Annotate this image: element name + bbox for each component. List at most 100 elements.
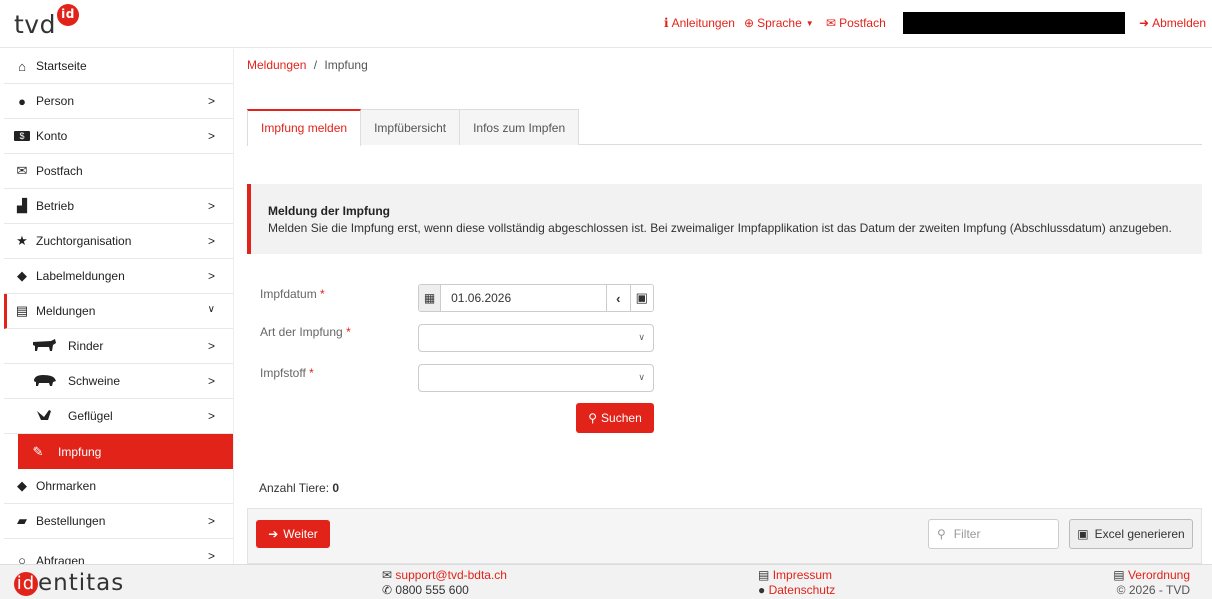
animal-count: Anzahl Tiere: 0 — [259, 481, 340, 495]
sidebar-item-impfung[interactable]: ✎ Impfung — [18, 434, 233, 469]
tab-impfung-melden[interactable]: Impfung melden — [247, 109, 362, 146]
header: tvd id i Anleitungen ⊕ Sprache ▼ ✉ Postfa… — [0, 0, 1212, 48]
support-email-link[interactable]: ✉ support@tvd-bdta.ch — [382, 568, 507, 583]
sidebar: ⌂ Startseite ● Person > $ Konto > ✉ Post… — [4, 49, 234, 564]
tags-icon: ◆ — [17, 268, 27, 283]
pig-icon — [30, 373, 58, 390]
chevron-left-icon: ‹ — [616, 290, 621, 306]
user-icon: ● — [18, 93, 26, 109]
date-label: Impfdatum * — [260, 287, 325, 301]
next-button[interactable]: ➔ Weiter — [256, 520, 330, 548]
sidebar-item-gefluegel[interactable]: Geflügel > — [4, 399, 233, 434]
tab-infos-zum-impfen[interactable]: Infos zum Impfen — [459, 109, 580, 145]
calendar-icon: ▣ — [635, 290, 648, 305]
footer-legal: ▤ Impressum ● Datenschutz — [758, 568, 835, 598]
sidebar-item-abfragen[interactable]: ○ Abfragen > — [4, 539, 233, 564]
info-title: Meldung der Impfung — [268, 204, 390, 218]
footer-contact: ✉ support@tvd-bdta.ch ✆ 0800 555 600 — [382, 568, 507, 598]
clipboard-icon: ▤ — [15, 303, 29, 318]
file-excel-icon: ▣ — [1077, 527, 1089, 541]
info-icon: i — [664, 16, 669, 30]
phone-icon: ✆ — [382, 583, 393, 597]
instructions-link[interactable]: i Anleitungen — [664, 16, 735, 30]
chevron-right-icon: > — [207, 374, 215, 388]
sidebar-item-rinder[interactable]: Rinder > — [4, 329, 233, 364]
syringe-icon: ✎ — [32, 443, 44, 459]
vaccine-select[interactable]: ∨ — [418, 364, 654, 392]
filter-input[interactable]: ⚲ Filter — [928, 519, 1059, 549]
breadcrumb-meldungen-link[interactable]: Meldungen — [247, 58, 306, 72]
tab-bar: Impfung melden Impfübersicht Infos zum I… — [247, 109, 1202, 146]
vaccination-type-select[interactable]: ∨ — [418, 324, 654, 352]
tag-icon: ◆ — [17, 478, 27, 493]
footer-regulation: ▤ Verordnung © 2026 - TVD 4.13.0.0 — [1070, 568, 1190, 599]
sidebar-item-startseite[interactable]: ⌂ Startseite — [4, 49, 233, 84]
chevron-right-icon: > — [207, 269, 215, 283]
tvd-logo[interactable]: tvd id — [14, 4, 79, 39]
search-button[interactable]: ⚲ Suchen — [576, 403, 654, 433]
chevron-down-icon: ∨ — [638, 372, 645, 382]
chevron-down-icon: ∨ — [207, 304, 215, 315]
privacy-link[interactable]: ● Datenschutz — [758, 583, 835, 598]
phone-number: ✆ 0800 555 600 — [382, 583, 469, 597]
chevron-right-icon: > — [207, 409, 215, 423]
user-name-redacted — [903, 12, 1125, 34]
users-icon: ● — [758, 583, 766, 597]
identitas-logo[interactable]: id entitas — [14, 570, 124, 596]
chevron-right-icon: > — [207, 549, 215, 563]
mailbox-link[interactable]: ✉ Postfach — [826, 16, 886, 30]
open-calendar-button[interactable]: ▣ — [629, 285, 653, 311]
chevron-right-icon: > — [207, 234, 215, 248]
chevron-right-icon: > — [207, 514, 215, 528]
chevron-right-icon: > — [207, 94, 215, 108]
footer: id entitas ✉ support@tvd-bdta.ch ✆ 0800 5… — [0, 564, 1212, 599]
table-toolbar: ➔ Weiter ⚲ Filter ▣ Excel generieren — [247, 508, 1202, 564]
sidebar-item-labelmeldungen[interactable]: ◆ Labelmeldungen > — [4, 259, 233, 294]
envelope-icon: ✉ — [382, 568, 393, 582]
star-icon: ★ — [16, 233, 28, 248]
globe-icon: ⊕ — [744, 16, 755, 30]
cow-icon — [30, 338, 58, 355]
search-icon: ○ — [18, 553, 26, 564]
info-text: Melden Sie die Impfung erst, wenn diese … — [268, 221, 1172, 235]
sidebar-item-schweine[interactable]: Schweine > — [4, 364, 233, 399]
chevron-down-icon: ∨ — [638, 332, 645, 342]
home-icon: ⌂ — [18, 58, 26, 74]
breadcrumb-current: Impfung — [324, 58, 368, 72]
search-icon: ⚲ — [588, 411, 598, 425]
industry-icon: ▟ — [17, 198, 27, 213]
date-input-group: ▦ ‹ ▣ — [418, 284, 654, 312]
envelope-icon: ✉ — [826, 16, 837, 30]
tab-impfuebersicht[interactable]: Impfübersicht — [360, 109, 461, 145]
sidebar-item-meldungen[interactable]: ▤ Meldungen ∨ — [4, 294, 233, 329]
language-dropdown[interactable]: ⊕ Sprache ▼ — [744, 16, 814, 30]
sidebar-item-postfach[interactable]: ✉ Postfach — [4, 154, 233, 189]
sign-out-icon: ➜ — [1139, 16, 1150, 30]
bag-icon: ▰ — [17, 513, 27, 528]
chicken-icon — [30, 408, 58, 425]
file-icon: ▤ — [758, 568, 770, 582]
chevron-right-icon: > — [207, 339, 215, 353]
logout-link[interactable]: ➜ Abmelden — [1139, 16, 1206, 30]
type-label: Art der Impfung * — [260, 325, 351, 339]
vaccine-label: Impfstoff * — [260, 366, 314, 380]
info-callout: Meldung der Impfung Melden Sie die Impfu… — [247, 184, 1202, 254]
imprint-link[interactable]: ▤ Impressum — [758, 568, 835, 583]
clipboard-icon: ▤ — [1113, 568, 1125, 582]
sidebar-item-betrieb[interactable]: ▟ Betrieb > — [4, 189, 233, 224]
calendar-grid-icon: ▦ — [419, 285, 442, 311]
money-icon: $ — [14, 131, 30, 141]
sidebar-item-person[interactable]: ● Person > — [4, 84, 233, 119]
sidebar-item-zuchtorganisation[interactable]: ★ Zuchtorganisation > — [4, 224, 233, 259]
envelope-icon: ✉ — [16, 163, 28, 178]
copyright: © 2026 - TVD 4.13.0.0 — [1116, 583, 1190, 599]
sidebar-item-konto[interactable]: $ Konto > — [4, 119, 233, 154]
sidebar-item-ohrmarken[interactable]: ◆ Ohrmarken — [4, 469, 233, 504]
sidebar-item-bestellungen[interactable]: ▰ Bestellungen > — [4, 504, 233, 539]
vaccination-date-input[interactable] — [441, 285, 607, 311]
previous-date-button[interactable]: ‹ — [606, 285, 630, 311]
search-icon: ⚲ — [937, 527, 946, 541]
breadcrumb: Meldungen / Impfung — [247, 58, 368, 72]
excel-generate-button[interactable]: ▣ Excel generieren — [1069, 519, 1193, 549]
regulation-link[interactable]: ▤ Verordnung — [1070, 568, 1190, 583]
